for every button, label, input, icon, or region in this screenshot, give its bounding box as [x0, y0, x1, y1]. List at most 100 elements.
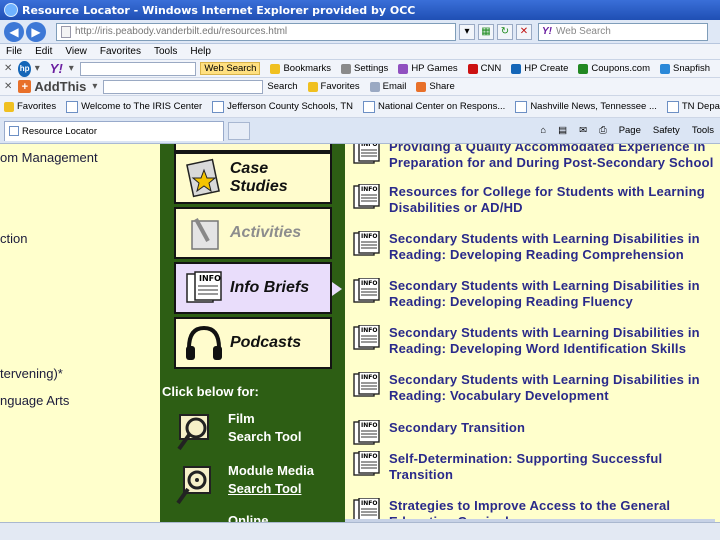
- film-search-tool[interactable]: Film Search Tool: [172, 410, 301, 456]
- info-brief-title: Secondary Students with Learning Disabil…: [389, 231, 700, 246]
- games-icon: [398, 63, 409, 74]
- topic-link[interactable]: om Management: [0, 150, 98, 165]
- favorite-link-iris[interactable]: Welcome to The IRIS Center: [66, 100, 202, 113]
- svg-text:INFO: INFO: [361, 500, 377, 507]
- chevron-down-icon[interactable]: ▾: [35, 63, 40, 74]
- favorite-link-nashville-news[interactable]: Nashville News, Tennessee ...: [515, 100, 657, 113]
- safety-menu[interactable]: Safety: [653, 125, 680, 136]
- favorite-link-tn-education[interactable]: TN Department of Education: [666, 100, 720, 113]
- yahoo-logo-icon[interactable]: Y!: [50, 61, 63, 76]
- info-brief-title: Secondary Students with Learning Disabil…: [389, 372, 700, 387]
- addthis-share[interactable]: Share: [416, 81, 455, 92]
- addthis-favorites-label: Favorites: [320, 81, 360, 92]
- toolbar-settings[interactable]: Settings: [340, 63, 388, 74]
- info-brief-item[interactable]: INFO Secondary Students with Learning Di…: [353, 324, 718, 357]
- mail-icon[interactable]: ✉: [579, 125, 587, 136]
- toolbar-web-search-button[interactable]: Web Search: [200, 62, 261, 75]
- refresh-icon[interactable]: ↻: [497, 23, 513, 40]
- addthis-email[interactable]: Email: [369, 81, 406, 92]
- toolbar-search-input[interactable]: [79, 61, 197, 76]
- toolbar-cnn[interactable]: CNN: [467, 63, 501, 74]
- favorite-link-national-center[interactable]: National Center on Respons...: [363, 100, 505, 113]
- page-icon: [61, 25, 71, 38]
- tab-title: Resource Locator: [22, 125, 97, 137]
- yahoo-search-icon: Y!: [542, 26, 552, 37]
- dropdown-arrow-icon[interactable]: ▾: [459, 23, 475, 40]
- film-tool-line2: Search Tool: [228, 429, 302, 444]
- menu-favorites[interactable]: Favorites: [100, 46, 141, 57]
- topic-link[interactable]: ction: [0, 231, 27, 246]
- addthis-search[interactable]: Search: [267, 81, 297, 92]
- svg-text:INFO: INFO: [361, 374, 377, 381]
- info-brief-icon: INFO: [182, 266, 226, 310]
- info-brief-title: Self-Determination: Supporting Successfu…: [389, 451, 663, 466]
- home-icon[interactable]: ⌂: [540, 125, 546, 136]
- info-brief-item[interactable]: INFO Secondary Transition: [353, 419, 718, 446]
- addthis-favorites[interactable]: Favorites: [307, 81, 360, 92]
- tile-podcasts[interactable]: Podcasts: [174, 317, 332, 369]
- print-icon[interactable]: ⎙: [599, 125, 607, 136]
- info-brief-item[interactable]: INFO Secondary Students with Learning Di…: [353, 230, 718, 263]
- favorites-button[interactable]: Favorites: [4, 101, 56, 112]
- close-toolbar-icon[interactable]: ✕: [4, 81, 12, 92]
- tools-menu[interactable]: Tools: [692, 125, 714, 136]
- info-brief-item[interactable]: INFO Self-Determination: Supporting Succ…: [353, 450, 718, 483]
- addthis-label: AddThis: [34, 79, 87, 94]
- info-brief-item[interactable]: INFO Providing a Quality Accommodated Ex…: [353, 144, 718, 171]
- menu-file[interactable]: File: [6, 46, 22, 57]
- info-brief-item[interactable]: INFO Secondary Students with Learning Di…: [353, 277, 718, 310]
- toolbar-bookmarks[interactable]: Bookmarks: [270, 63, 331, 74]
- online-tool[interactable]: Online: [172, 512, 268, 522]
- tile-activities[interactable]: Activities: [174, 207, 332, 259]
- module-tool-line2[interactable]: Search Tool: [228, 480, 314, 498]
- forward-arrow-icon[interactable]: ▶: [26, 21, 46, 42]
- menu-help[interactable]: Help: [190, 46, 211, 57]
- toolbar-coupons[interactable]: Coupons.com: [578, 63, 650, 74]
- tab-bar: Resource Locator ⌂ ▤ ✉ ⎙ Page Safety Too…: [0, 118, 720, 144]
- topic-link[interactable]: nguage Arts: [0, 393, 69, 408]
- cnn-icon: [467, 63, 478, 74]
- tile-partial-top[interactable]: [174, 144, 332, 152]
- info-brief-item[interactable]: INFO Resources for College for Students …: [353, 183, 718, 216]
- left-topic-column: om Management ction tervening)* nguage A…: [0, 144, 160, 522]
- favorites-bar: Favorites Welcome to The IRIS Center Jef…: [0, 96, 720, 118]
- favorite-link-jefferson[interactable]: Jefferson County Schools, TN: [212, 100, 353, 113]
- chevron-down-icon[interactable]: ▾: [69, 63, 74, 74]
- address-input[interactable]: http://iris.peabody.vanderbilt.edu/resou…: [56, 22, 456, 41]
- status-bar: [0, 522, 720, 540]
- toolbar-hp-games[interactable]: HP Games: [398, 63, 458, 74]
- chevron-down-icon[interactable]: ▾: [92, 81, 97, 92]
- tile-info-briefs[interactable]: INFO Info Briefs: [174, 262, 332, 314]
- page-icon: [515, 100, 528, 113]
- menu-tools[interactable]: Tools: [154, 46, 177, 57]
- address-toolbar: ◀ ▶ http://iris.peabody.vanderbilt.edu/r…: [0, 20, 720, 44]
- addthis-logo[interactable]: + AddThis: [18, 79, 86, 94]
- share-icon: [416, 81, 427, 92]
- info-document-icon: INFO: [353, 183, 381, 210]
- toolbar-hp-create[interactable]: HP Create: [511, 63, 568, 74]
- topic-link[interactable]: tervening)*: [0, 366, 63, 381]
- film-magnifier-icon: [172, 410, 222, 456]
- addthis-share-label: Share: [429, 81, 455, 92]
- window-title: Resource Locator - Windows Internet Expl…: [22, 3, 416, 17]
- compatibility-view-icon[interactable]: ▦: [478, 23, 494, 40]
- new-tab-button[interactable]: [228, 121, 250, 140]
- close-toolbar-icon[interactable]: ✕: [4, 63, 12, 74]
- menu-view[interactable]: View: [65, 46, 87, 57]
- module-media-search-tool[interactable]: Module Media Search Tool: [172, 462, 314, 508]
- tile-case-studies[interactable]: Case Studies: [174, 152, 332, 204]
- page-menu[interactable]: Page: [619, 125, 641, 136]
- addthis-search-input[interactable]: [103, 79, 264, 94]
- hp-logo-icon[interactable]: hp: [18, 60, 31, 77]
- stop-icon[interactable]: ✕: [516, 23, 532, 40]
- tab-resource-locator[interactable]: Resource Locator: [4, 120, 224, 141]
- info-brief-title-cont: Reading: Developing Reading Comprehensio…: [389, 247, 684, 262]
- toolbar-snapfish[interactable]: Snapfish: [660, 63, 710, 74]
- menu-edit[interactable]: Edit: [35, 46, 52, 57]
- back-arrow-icon[interactable]: ◀: [4, 21, 24, 42]
- email-icon: [369, 81, 380, 92]
- feeds-icon[interactable]: ▤: [558, 125, 567, 136]
- info-brief-title-cont: Disabilities or AD/HD: [389, 200, 523, 215]
- info-brief-item[interactable]: INFO Secondary Students with Learning Di…: [353, 371, 718, 404]
- web-search-input[interactable]: Y! Web Search: [538, 22, 708, 41]
